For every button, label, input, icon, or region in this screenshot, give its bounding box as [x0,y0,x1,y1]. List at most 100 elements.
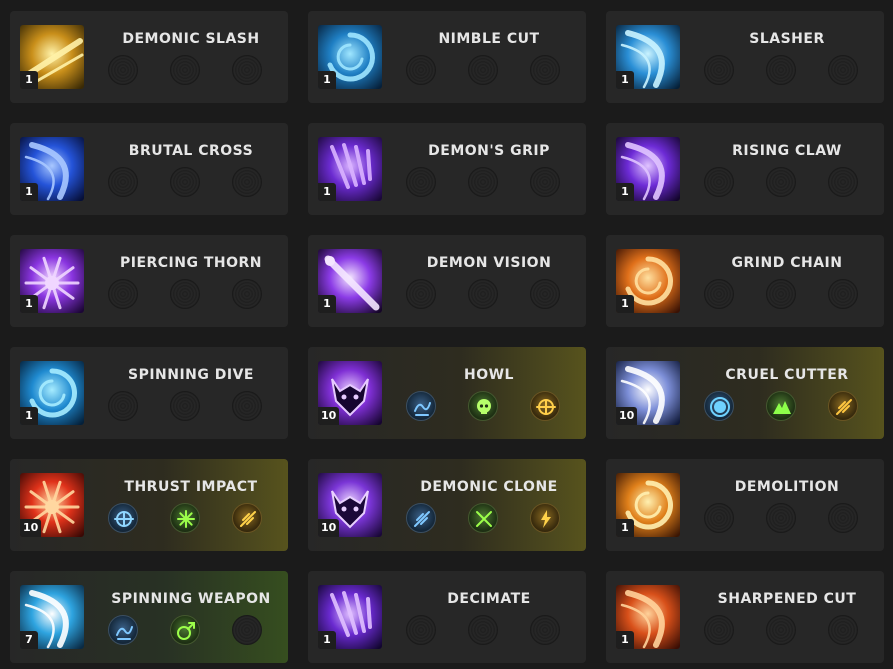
green-skull-icon[interactable] [468,391,498,421]
tripod-slot-empty[interactable] [766,279,796,309]
skill-card[interactable]: 1 NIMBLE CUT [308,11,586,103]
skill-name: SPINNING DIVE [127,367,254,383]
tripod-slot-empty[interactable] [704,55,734,85]
blue-spinning-weapon-icon[interactable]: 7 [20,585,84,649]
tripod-slot-empty[interactable] [406,167,436,197]
skill-name: SHARPENED CUT [717,591,857,607]
purple-thorn-burst-icon[interactable]: 1 [20,249,84,313]
tripod-slot-empty[interactable] [704,279,734,309]
skill-name: PIERCING THORN [119,255,263,271]
tripod-slot-empty[interactable] [406,279,436,309]
tripod-slot-empty[interactable] [170,55,200,85]
skill-name: HOWL [464,367,514,383]
tripod-slot-empty[interactable] [468,279,498,309]
tripod-slot-empty[interactable] [170,167,200,197]
gold-bolt-icon[interactable] [530,503,560,533]
silver-cutter-icon[interactable]: 10 [616,361,680,425]
skill-level: 10 [318,407,340,425]
tripod-slot-empty[interactable] [468,55,498,85]
tripod-slot-empty[interactable] [232,279,262,309]
purple-decimate-icon[interactable]: 1 [318,585,382,649]
gold-target-icon[interactable] [530,391,560,421]
tripod-slot-empty[interactable] [530,167,560,197]
purple-clone-icon[interactable]: 10 [318,473,382,537]
tripod-slot-empty[interactable] [766,615,796,645]
skill-card[interactable]: 7 SPINNING WEAPON [10,571,288,663]
skill-card[interactable]: 1 DEMON VISION [308,235,586,327]
skill-card[interactable]: 10 CRUEL CUTTER [606,347,884,439]
orange-chain-icon[interactable]: 1 [616,249,680,313]
tripod-slot-empty[interactable] [232,167,262,197]
tripod-slot-empty[interactable] [232,391,262,421]
purple-claw-hand-icon[interactable]: 1 [318,137,382,201]
gold-feather-icon[interactable] [828,391,858,421]
tripod-slot-empty[interactable] [108,55,138,85]
gold-streak-icon[interactable] [232,503,262,533]
skill-card[interactable]: 10 THRUST IMPACT [10,459,288,551]
tripod-slot-empty[interactable] [828,167,858,197]
skill-level: 1 [20,407,38,425]
skill-card[interactable]: 1 SPINNING DIVE [10,347,288,439]
orange-demolition-icon[interactable]: 1 [616,473,680,537]
blue-orb-icon[interactable] [704,391,734,421]
purple-beam-icon[interactable]: 1 [318,249,382,313]
skill-name: NIMBLE CUT [438,31,540,47]
tripod-slot-empty[interactable] [766,167,796,197]
green-mountain-icon[interactable] [766,391,796,421]
tripod-slot-empty[interactable] [530,55,560,85]
tripod-slot-empty[interactable] [108,391,138,421]
blue-cross-slash-icon[interactable]: 1 [20,137,84,201]
blue-swirl-blades-icon[interactable]: 1 [318,25,382,89]
skill-card[interactable]: 1 BRUTAL CROSS [10,123,288,215]
green-arrow-icon[interactable] [170,615,200,645]
tripod-slot-empty[interactable] [232,55,262,85]
blue-claw-icon[interactable] [406,503,436,533]
tripod-slot-empty[interactable] [828,503,858,533]
skill-name: DEMOLITION [734,479,840,495]
green-burst-icon[interactable] [170,503,200,533]
tripod-slot-empty[interactable] [406,615,436,645]
purple-demon-howl-icon[interactable]: 10 [318,361,382,425]
red-impact-icon[interactable]: 10 [20,473,84,537]
skill-card[interactable]: 1 DEMOLITION [606,459,884,551]
tripod-slot-empty[interactable] [468,615,498,645]
tripod-slot-empty[interactable] [828,615,858,645]
tripod-slot-empty[interactable] [232,615,262,645]
orange-sharpened-icon[interactable]: 1 [616,585,680,649]
tripod-slot-empty[interactable] [704,615,734,645]
skill-card[interactable]: 10 HOWL [308,347,586,439]
tripod-slot-empty[interactable] [704,503,734,533]
skill-card[interactable]: 1 GRIND CHAIN [606,235,884,327]
skill-card[interactable]: 1 SLASHER [606,11,884,103]
golden-slash-icon[interactable]: 1 [20,25,84,89]
tripod-slot-empty[interactable] [108,279,138,309]
green-cross-icon[interactable] [468,503,498,533]
tripod-slot-empty[interactable] [170,279,200,309]
purple-rising-claw-icon[interactable]: 1 [616,137,680,201]
tripod-slot-empty[interactable] [530,279,560,309]
blue-wave-icon[interactable] [406,391,436,421]
tripod-slot-empty[interactable] [766,503,796,533]
tripod-slot-empty[interactable] [468,167,498,197]
blue-vortex-icon[interactable]: 1 [20,361,84,425]
skill-level: 1 [20,183,38,201]
blue-wave-icon[interactable] [108,615,138,645]
tripod-slot-empty[interactable] [170,391,200,421]
tripod-slot-empty[interactable] [828,55,858,85]
skill-card[interactable]: 10 DEMONIC CLONE [308,459,586,551]
skill-card[interactable]: 1 RISING CLAW [606,123,884,215]
tripod-slot-empty[interactable] [766,55,796,85]
skill-card[interactable]: 1 SHARPENED CUT [606,571,884,663]
skill-name: THRUST IMPACT [124,479,258,495]
skill-card[interactable]: 1 DECIMATE [308,571,586,663]
tripod-slot-empty[interactable] [108,167,138,197]
blue-crescent-slash-icon[interactable]: 1 [616,25,680,89]
blue-target-icon[interactable] [108,503,138,533]
skill-card[interactable]: 1 DEMON'S GRIP [308,123,586,215]
tripod-slot-empty[interactable] [406,55,436,85]
skill-card[interactable]: 1 PIERCING THORN [10,235,288,327]
tripod-slot-empty[interactable] [828,279,858,309]
tripod-slot-empty[interactable] [530,615,560,645]
skill-card[interactable]: 1 DEMONIC SLASH [10,11,288,103]
tripod-slot-empty[interactable] [704,167,734,197]
